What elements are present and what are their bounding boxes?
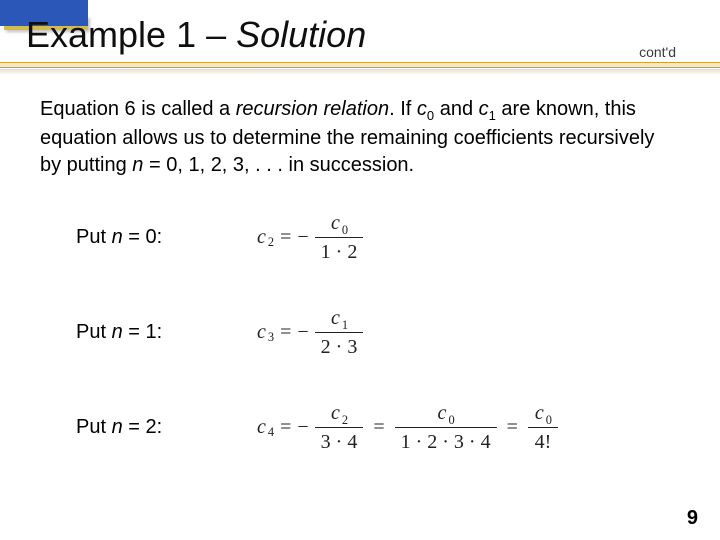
fraction: c0 1 · 2 — [315, 211, 364, 264]
label-text: = 1: — [123, 321, 162, 343]
fraction-denominator: 4! — [529, 430, 558, 454]
equals-sign: = — [280, 321, 291, 344]
para-text: . If — [389, 98, 417, 120]
fraction-numerator: c2 — [324, 401, 354, 425]
slide: Example 1 – Solution cont'd Equation 6 i… — [0, 0, 720, 540]
fraction-bar — [315, 427, 364, 428]
label-text: Put — [76, 321, 112, 343]
subscript: 0 — [342, 223, 348, 237]
equation: c3 = − c1 2 · 3 — [256, 306, 367, 359]
label-text: = 2: — [123, 416, 162, 438]
title-dash: – — [206, 14, 236, 55]
minus-sign: − — [297, 226, 308, 249]
slide-title: Example 1 – Solution — [26, 14, 366, 56]
fraction-denominator: 1 · 2 — [315, 240, 364, 264]
equals-sign: = — [373, 416, 384, 439]
var-n: n — [112, 416, 123, 438]
equals-sign: = — [280, 226, 291, 249]
equation: c2 = − c0 1 · 2 — [256, 211, 367, 264]
minus-sign: − — [297, 321, 308, 344]
equation: c4 = − c2 3 · 4 = c0 1 · 2 · 3 · 4 = — [256, 401, 562, 454]
label-text: Put — [76, 416, 112, 438]
subscript: 2 — [268, 235, 274, 250]
fraction-bar — [528, 427, 558, 428]
var-c: c — [257, 321, 266, 344]
fraction: c2 3 · 4 — [315, 401, 364, 454]
equals-sign: = — [280, 416, 291, 439]
para-text: and — [434, 98, 478, 120]
var-c: c — [331, 307, 340, 329]
fraction-bar — [315, 332, 364, 333]
var-c: c — [438, 402, 447, 424]
fraction: c0 1 · 2 · 3 · 4 — [395, 401, 497, 454]
var-c: c — [479, 98, 489, 120]
var-c: c — [331, 212, 340, 234]
row-label: Put n = 2: — [40, 416, 256, 439]
equation-row: Put n = 1: c3 = − c1 2 · 3 — [40, 306, 680, 359]
var-c: c — [535, 402, 544, 424]
para-text: Equation 6 is called a — [40, 98, 236, 120]
fraction-bar — [395, 427, 497, 428]
minus-sign: − — [297, 416, 308, 439]
var-c: c — [331, 402, 340, 424]
fraction-numerator: c0 — [528, 401, 558, 425]
var-n: n — [112, 321, 123, 343]
subscript: 1 — [342, 318, 348, 332]
subscript: 2 — [342, 413, 348, 427]
fraction-bar — [315, 237, 364, 238]
subscript: 3 — [268, 330, 274, 345]
fraction-denominator: 2 · 3 — [315, 335, 364, 359]
fraction-denominator: 1 · 2 · 3 · 4 — [395, 430, 497, 454]
term-recursion-relation: recursion relation — [236, 98, 389, 120]
subscript: 4 — [268, 425, 274, 440]
row-label: Put n = 1: — [40, 321, 256, 344]
equation-row: Put n = 0: c2 = − c0 1 · 2 — [40, 211, 680, 264]
var-c: c — [257, 226, 266, 249]
row-label: Put n = 0: — [40, 226, 256, 249]
fraction-numerator: c1 — [324, 306, 354, 330]
var-c: c — [417, 98, 427, 120]
subscript: 0 — [546, 413, 552, 427]
subscript: 0 — [448, 413, 454, 427]
title-divider — [0, 62, 720, 68]
title-divider-shadow — [0, 69, 720, 75]
var-n: n — [132, 154, 143, 176]
equation-row: Put n = 2: c4 = − c2 3 · 4 = c0 1 · — [40, 401, 680, 454]
title-subtitle: Solution — [236, 14, 366, 55]
continued-label: cont'd — [639, 44, 676, 60]
fraction-numerator: c0 — [431, 401, 461, 425]
sub-1: 1 — [489, 108, 496, 123]
page-number: 9 — [687, 507, 698, 530]
slide-body: Equation 6 is called a recursion relatio… — [40, 96, 680, 496]
fraction: c0 4! — [528, 401, 558, 454]
equation-rows: Put n = 0: c2 = − c0 1 · 2 Put n = 1: — [40, 211, 680, 454]
var-n: n — [112, 226, 123, 248]
equals-sign: = — [507, 416, 518, 439]
fraction-denominator: 3 · 4 — [315, 430, 364, 454]
fraction-numerator: c0 — [324, 211, 354, 235]
var-c: c — [257, 416, 266, 439]
label-text: Put — [76, 226, 112, 248]
label-text: = 0: — [123, 226, 162, 248]
para-text: = 0, 1, 2, 3, . . . in succession. — [143, 154, 414, 176]
fraction: c1 2 · 3 — [315, 306, 364, 359]
title-text: Example 1 — [26, 14, 206, 55]
intro-paragraph: Equation 6 is called a recursion relatio… — [40, 96, 660, 179]
